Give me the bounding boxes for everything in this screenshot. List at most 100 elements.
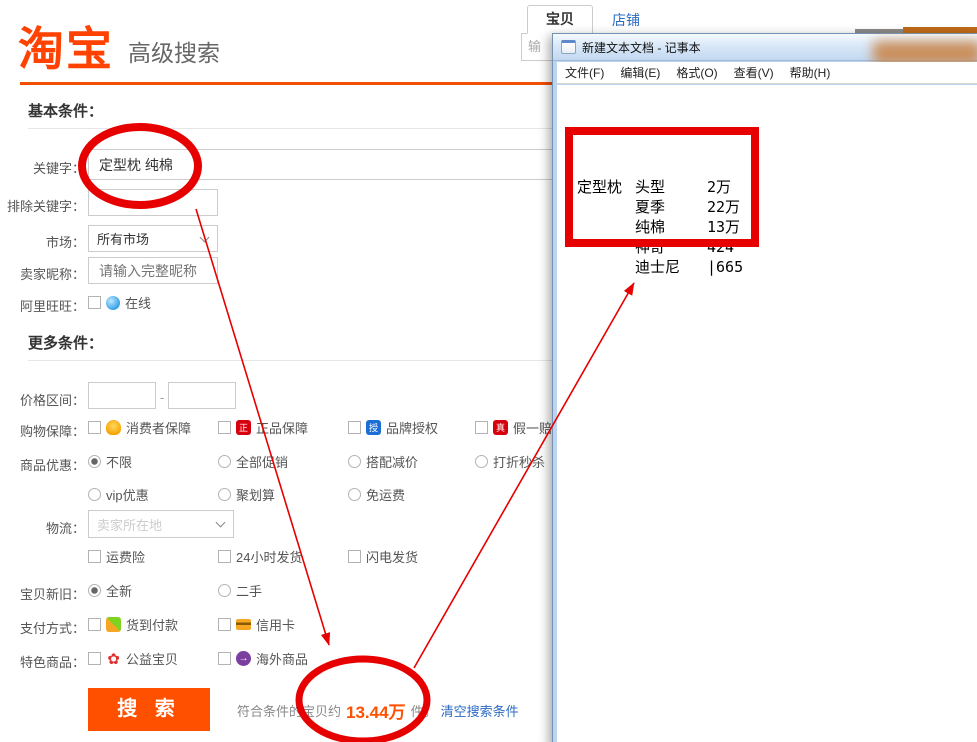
header: 淘宝 高级搜索 bbox=[18, 26, 220, 72]
genuine-product-icon: 正 bbox=[236, 420, 251, 435]
keyword-count: 22万 bbox=[707, 197, 740, 217]
condition-used-radio[interactable] bbox=[218, 584, 231, 597]
market-select[interactable]: 所有市场 bbox=[88, 225, 218, 252]
keyword-modifier: 夏季 bbox=[635, 197, 707, 217]
credit-card-checkbox[interactable] bbox=[218, 618, 231, 631]
special-overseas-option[interactable]: → 海外商品 bbox=[218, 649, 308, 668]
promo-flash-option[interactable]: 打折秒杀 bbox=[475, 452, 545, 471]
promo-bundle-text: 搭配减价 bbox=[366, 452, 418, 471]
promo-unlimited-option[interactable]: 不限 bbox=[88, 452, 132, 471]
keyword-count: 13万 bbox=[707, 217, 740, 237]
fake-compensation-icon: 真 bbox=[493, 420, 508, 435]
notepad-line: 夏季 22万 bbox=[577, 197, 743, 217]
section-more-heading: 更多条件： bbox=[28, 332, 103, 353]
wangwang-online-label: 在线 bbox=[125, 293, 151, 312]
protection-label: 购物保障： bbox=[0, 421, 85, 440]
protection-genuine-option[interactable]: 正 正品保障 bbox=[218, 418, 308, 437]
overseas-text: 海外商品 bbox=[256, 649, 308, 668]
logistics-select[interactable]: 卖家所在地 bbox=[88, 510, 234, 538]
promo-juhuasuan-radio[interactable] bbox=[218, 488, 231, 501]
condition-used-option[interactable]: 二手 bbox=[218, 581, 262, 600]
result-count: 13.44万 bbox=[346, 698, 406, 723]
wangwang-online-option[interactable]: 在线 bbox=[88, 293, 151, 312]
special-charity-option[interactable]: ✿ 公益宝贝 bbox=[88, 649, 178, 668]
promo-juhuasuan-option[interactable]: 聚划算 bbox=[218, 485, 275, 504]
promo-vip-option[interactable]: vip优惠 bbox=[88, 485, 149, 504]
notepad-window: 新建文本文档 - 记事本 文件(F) 编辑(E) 格式(O) 查看(V) 帮助(… bbox=[552, 33, 977, 742]
price-max-input[interactable] bbox=[168, 382, 236, 409]
menu-edit[interactable]: 编辑(E) bbox=[612, 64, 668, 81]
keyword-label: 关键字： bbox=[0, 158, 85, 177]
promo-flash-radio[interactable] bbox=[475, 455, 488, 468]
wangwang-online-checkbox[interactable] bbox=[88, 296, 101, 309]
freight-insurance-text: 运费险 bbox=[106, 547, 145, 566]
condition-new-option[interactable]: 全新 bbox=[88, 581, 132, 600]
promo-bundle-option[interactable]: 搭配减价 bbox=[348, 452, 418, 471]
notepad-line: 定型枕 头型 2万 bbox=[577, 177, 743, 197]
notepad-text-area[interactable]: 定型枕 头型 2万 夏季 22万 纯棉 13万 神奇 424 bbox=[557, 85, 977, 742]
notepad-titlebar[interactable]: 新建文本文档 - 记事本 bbox=[553, 34, 977, 61]
tab-items[interactable]: 宝贝 bbox=[527, 5, 593, 34]
taobao-logo: 淘宝 bbox=[18, 26, 114, 72]
payment-credit-option[interactable]: 信用卡 bbox=[218, 615, 295, 634]
charity-checkbox[interactable] bbox=[88, 652, 101, 665]
promo-freeship-radio[interactable] bbox=[348, 488, 361, 501]
keyword-base: 定型枕 bbox=[577, 177, 635, 197]
lightning-ship-text: 闪电发货 bbox=[366, 547, 418, 566]
menu-file[interactable]: 文件(F) bbox=[557, 64, 612, 81]
payment-label: 支付方式： bbox=[0, 618, 85, 637]
exclude-keyword-input[interactable] bbox=[88, 189, 218, 216]
notepad-line: 迪士尼 |665 bbox=[577, 257, 743, 277]
logistics-lightning-option[interactable]: 闪电发货 bbox=[348, 547, 418, 566]
protection-consumer-option[interactable]: 消费者保障 bbox=[88, 418, 191, 437]
credit-card-text: 信用卡 bbox=[256, 615, 295, 634]
keyword-modifier: 神奇 bbox=[635, 237, 707, 257]
price-separator: - bbox=[160, 390, 164, 405]
cod-text: 货到付款 bbox=[126, 615, 178, 634]
promo-all-option[interactable]: 全部促销 bbox=[218, 452, 288, 471]
overseas-checkbox[interactable] bbox=[218, 652, 231, 665]
notepad-title: 新建文本文档 - 记事本 bbox=[582, 39, 701, 56]
menu-format[interactable]: 格式(O) bbox=[668, 64, 725, 81]
chevron-down-icon bbox=[216, 518, 226, 528]
ship-24h-text: 24小时发货 bbox=[236, 547, 302, 566]
fake-compensation-checkbox[interactable] bbox=[475, 421, 488, 434]
lightning-ship-checkbox[interactable] bbox=[348, 550, 361, 563]
promo-bundle-radio[interactable] bbox=[348, 455, 361, 468]
condition-used-text: 二手 bbox=[236, 581, 262, 600]
result-unit: 件。 bbox=[411, 701, 437, 720]
promo-freeship-option[interactable]: 免运费 bbox=[348, 485, 405, 504]
protection-brand-option[interactable]: 授 品牌授权 bbox=[348, 418, 438, 437]
seller-nick-input[interactable] bbox=[88, 257, 218, 284]
genuine-product-checkbox[interactable] bbox=[218, 421, 231, 434]
freight-insurance-checkbox[interactable] bbox=[88, 550, 101, 563]
genuine-product-text: 正品保障 bbox=[256, 418, 308, 437]
brand-auth-checkbox[interactable] bbox=[348, 421, 361, 434]
menu-view[interactable]: 查看(V) bbox=[726, 64, 782, 81]
brand-auth-text: 品牌授权 bbox=[386, 418, 438, 437]
promo-vip-text: vip优惠 bbox=[106, 485, 149, 504]
consumer-protection-checkbox[interactable] bbox=[88, 421, 101, 434]
menu-help[interactable]: 帮助(H) bbox=[782, 64, 839, 81]
keyword-count: 2万 bbox=[707, 177, 731, 197]
price-min-input[interactable] bbox=[88, 382, 156, 409]
logistics-24h-option[interactable]: 24小时发货 bbox=[218, 547, 302, 566]
exclude-keyword-label: 排除关键字： bbox=[0, 196, 85, 215]
promo-vip-radio[interactable] bbox=[88, 488, 101, 501]
screen: 淘宝 高级搜索 宝贝 店铺 输 基本条件： 关键字： 排除关键字： 市场： 所有… bbox=[0, 0, 977, 742]
cod-checkbox[interactable] bbox=[88, 618, 101, 631]
credit-card-icon bbox=[236, 619, 251, 630]
result-prefix: 符合条件的宝贝约 bbox=[237, 701, 341, 720]
promo-all-radio[interactable] bbox=[218, 455, 231, 468]
promo-freeship-text: 免运费 bbox=[366, 485, 405, 504]
clear-search-link[interactable]: 清空搜索条件 bbox=[441, 701, 519, 720]
tab-shops[interactable]: 店铺 bbox=[612, 10, 640, 30]
payment-cod-option[interactable]: 货到付款 bbox=[88, 615, 178, 634]
promo-unlimited-radio[interactable] bbox=[88, 455, 101, 468]
page-title: 高级搜索 bbox=[128, 34, 220, 68]
ship-24h-checkbox[interactable] bbox=[218, 550, 231, 563]
logistics-insurance-option[interactable]: 运费险 bbox=[88, 547, 145, 566]
search-button[interactable]: 搜 索 bbox=[88, 688, 210, 731]
wangwang-label: 阿里旺旺： bbox=[0, 296, 85, 315]
condition-new-radio[interactable] bbox=[88, 584, 101, 597]
